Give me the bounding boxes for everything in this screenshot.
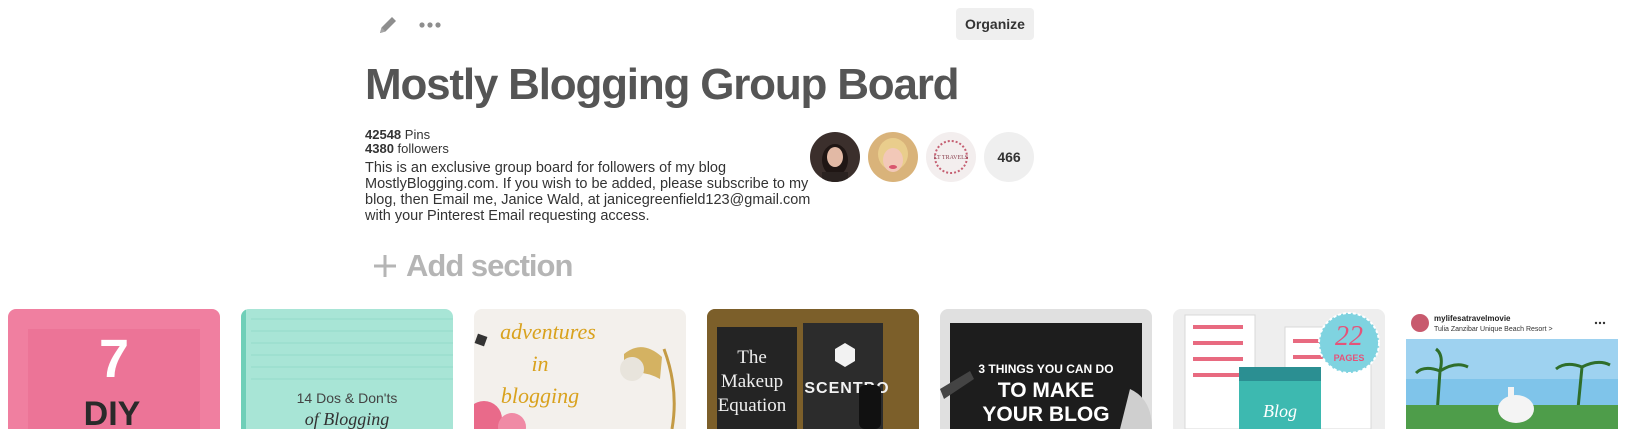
pin-badge-number: 22 xyxy=(1335,321,1363,352)
pin-text: 3 THINGS YOU CAN DO xyxy=(978,362,1113,376)
pin-card[interactable]: The Makeup Equation SCENTBO xyxy=(707,309,919,429)
more-collaborators-count[interactable]: 466 xyxy=(984,132,1034,182)
pins-stat[interactable]: 42548 Pins xyxy=(365,128,449,142)
ellipsis-icon[interactable] xyxy=(417,12,443,38)
pins-count: 42548 xyxy=(365,127,402,142)
plus-icon xyxy=(374,255,396,277)
add-section-label: Add section xyxy=(406,248,573,283)
pin-account-name: mylifesatravelmovie xyxy=(1434,314,1511,323)
pins-label: Pins xyxy=(404,127,431,142)
board-description: This is an exclusive group board for fol… xyxy=(365,160,811,224)
pin-text: The xyxy=(737,347,767,368)
pin-card[interactable]: 14 Dos & Don'ts of Blogging xyxy=(241,309,453,429)
pin-text: Makeup xyxy=(721,371,783,392)
pin-text: 14 Dos & Don'ts xyxy=(297,390,398,406)
followers-count: 4380 xyxy=(365,141,394,156)
avatar[interactable] xyxy=(868,132,918,182)
pin-location: Tulia Zanzibar Unique Beach Resort > xyxy=(1434,326,1553,333)
pin-card[interactable]: adventures in blogging xyxy=(474,309,686,429)
add-section-button[interactable]: Add section xyxy=(372,248,573,284)
pin-text: of Blogging xyxy=(305,409,390,429)
board-title: Mostly Blogging Group Board xyxy=(365,60,960,109)
board-stats: 42548 Pins 4380 followers xyxy=(365,128,449,156)
collaborator-avatars: LT TRAVELS 466 xyxy=(810,132,1034,182)
pencil-icon[interactable] xyxy=(375,12,401,38)
followers-label: followers xyxy=(397,141,449,156)
pin-text: in xyxy=(531,351,548,376)
pin-card[interactable]: Blog 22 PAGES xyxy=(1173,309,1385,429)
avatar[interactable]: LT TRAVELS xyxy=(926,132,976,182)
pin-card[interactable]: mylifesatravelmovie Tulia Zanzibar Uniqu… xyxy=(1406,309,1618,429)
followers-stat[interactable]: 4380 followers xyxy=(365,142,449,156)
pin-text: blogging xyxy=(501,383,579,408)
pin-text: Blog xyxy=(1263,401,1297,421)
pin-card[interactable]: 7 DIY xyxy=(8,309,220,429)
organize-button[interactable]: Organize xyxy=(956,8,1034,40)
pin-text: TO MAKE xyxy=(998,379,1094,402)
pin-text: DIY xyxy=(84,395,141,429)
pin-badge-text: PAGES xyxy=(1334,353,1365,363)
avatar[interactable] xyxy=(810,132,860,182)
pin-text: adventures xyxy=(500,319,596,344)
logo-text: LT TRAVELS xyxy=(934,155,968,161)
pin-text: Equation xyxy=(718,395,787,416)
pin-grid: 7 DIY 14 Dos & Don'ts of Blogging advent… xyxy=(8,309,1632,429)
pin-text: YOUR BLOG xyxy=(982,403,1109,426)
pin-card[interactable]: 3 THINGS YOU CAN DO TO MAKE YOUR BLOG xyxy=(940,309,1152,429)
pin-text: 7 xyxy=(99,329,129,389)
